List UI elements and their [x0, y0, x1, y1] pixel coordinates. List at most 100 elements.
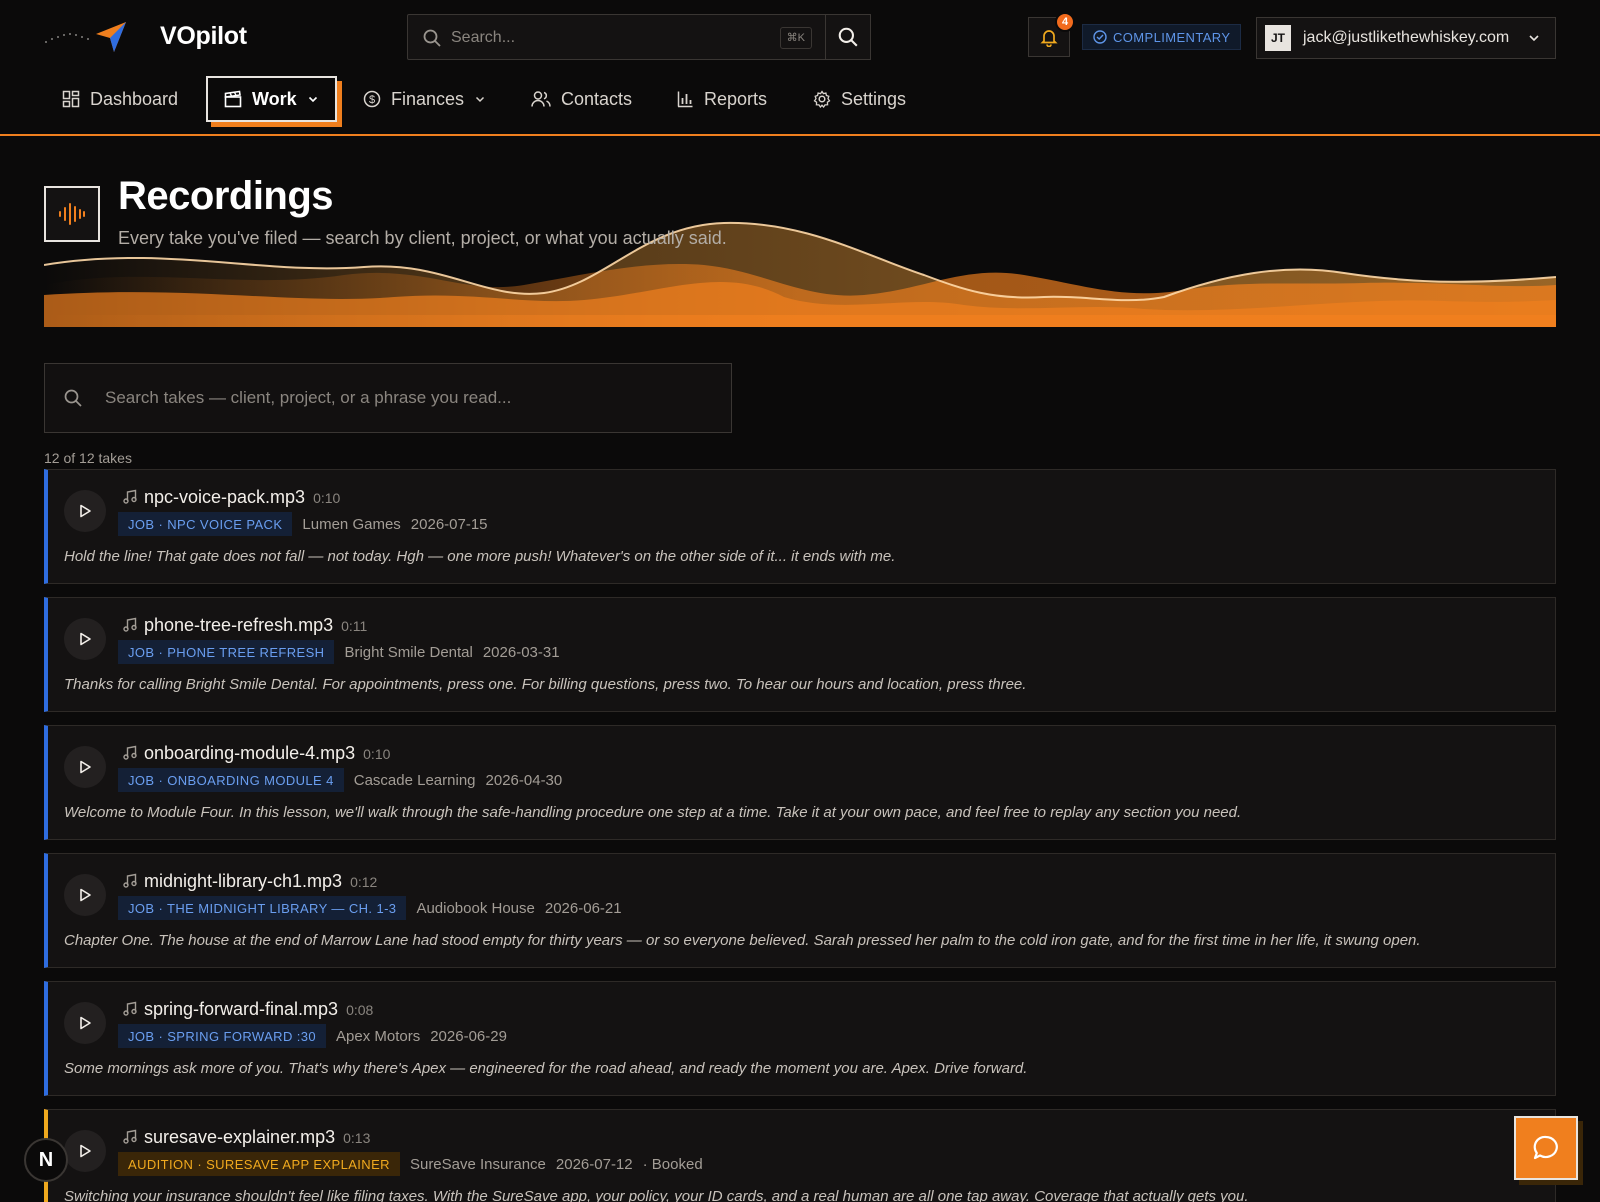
search-icon: [64, 389, 82, 407]
file-name-text: phone-tree-refresh.mp3: [144, 615, 334, 635]
take-project-tag[interactable]: JOB · NPC VOICE PACK: [118, 512, 293, 536]
search-placeholder: Search...: [451, 29, 516, 46]
take-file-name[interactable]: spring-forward-final.mp3 0:08: [144, 999, 373, 1020]
take-transcript: Some mornings ask more of you. That's wh…: [64, 1060, 1028, 1077]
music-note-icon: [123, 1129, 137, 1144]
nav-settings[interactable]: Settings: [813, 76, 906, 122]
page-title: Recordings: [118, 174, 334, 218]
nav-label: Work: [252, 88, 297, 109]
play-button[interactable]: [64, 618, 106, 660]
chat-button[interactable]: [1514, 1116, 1578, 1180]
play-button[interactable]: [64, 490, 106, 532]
play-icon: [80, 632, 91, 646]
svg-text:$: $: [369, 94, 375, 106]
plan-label: COMPLIMENTARY: [1113, 29, 1231, 45]
avatar: JT: [1265, 25, 1291, 51]
take-date: 2026-07-12: [555, 1155, 633, 1173]
takes-search-placeholder: Search takes — client, project, or a phr…: [105, 388, 512, 407]
takes-search-input[interactable]: Search takes — client, project, or a phr…: [44, 363, 732, 433]
take-client: Audiobook House: [416, 899, 535, 917]
play-icon: [80, 760, 91, 774]
take-duration: 0:10: [363, 746, 391, 762]
gear-icon: [813, 90, 831, 108]
take-project-tag[interactable]: JOB · PHONE TREE REFRESH: [118, 640, 335, 664]
account-email: jack@justlikethewhiskey.com: [1303, 29, 1510, 46]
take-card[interactable]: onboarding-module-4.mp3 0:10 JOB · ONBOAR…: [44, 725, 1556, 840]
take-file-name[interactable]: onboarding-module-4.mp3 0:10: [144, 743, 390, 764]
take-transcript: Thanks for calling Bright Smile Dental. …: [64, 676, 1027, 693]
take-date: 2026-03-31: [482, 643, 560, 661]
music-note-icon: [123, 873, 137, 888]
take-card[interactable]: npc-voice-pack.mp3 0:10 JOB · NPC VOICE P…: [44, 469, 1556, 584]
bar-chart-icon: [677, 91, 693, 108]
n-avatar-badge[interactable]: N: [24, 1138, 68, 1182]
take-card[interactable]: phone-tree-refresh.mp3 0:11 JOB · PHONE T…: [44, 597, 1556, 712]
take-client: Bright Smile Dental: [344, 643, 473, 661]
nav-label: Reports: [704, 88, 768, 109]
clapperboard-icon: [224, 90, 242, 108]
take-duration: 0:11: [341, 618, 368, 634]
nav-contacts[interactable]: Contacts: [531, 76, 632, 122]
music-note-icon: [123, 745, 137, 760]
take-file-name[interactable]: npc-voice-pack.mp3 0:10: [144, 487, 340, 508]
play-button[interactable]: [64, 746, 106, 788]
brand-name[interactable]: VOpilot: [160, 22, 247, 51]
play-button[interactable]: [64, 1130, 106, 1172]
take-card[interactable]: midnight-library-ch1.mp3 0:12 JOB · THE M…: [44, 853, 1556, 968]
take-file-name[interactable]: suresave-explainer.mp3 0:13: [144, 1127, 370, 1148]
take-client: SureSave Insurance: [409, 1155, 546, 1173]
take-date: 2026-07-15: [410, 515, 488, 533]
vopilot-logo[interactable]: [44, 20, 128, 54]
chevron-down-icon: [308, 96, 317, 103]
chevron-down-icon: [476, 96, 485, 103]
take-transcript: Chapter One. The house at the end of Mar…: [64, 932, 1421, 949]
nav-finances[interactable]: $ Finances: [363, 76, 486, 122]
top-bar: VOpilot Search... ⌘K 4 COMPLIMENTARY JT …: [0, 0, 1600, 76]
plan-badge: COMPLIMENTARY: [1082, 24, 1242, 50]
play-button[interactable]: [64, 874, 106, 916]
chevron-down-icon: [1529, 35, 1539, 42]
take-meta: JOB · NPC VOICE PACK Lumen Games 2026-07…: [118, 512, 498, 536]
music-note-icon: [123, 617, 137, 632]
take-duration: 0:10: [313, 490, 341, 506]
nav-work[interactable]: Work: [206, 76, 337, 122]
nav-reports[interactable]: Reports: [676, 76, 767, 122]
waveform-icon: [59, 203, 85, 225]
file-name-text: midnight-library-ch1.mp3: [144, 871, 343, 891]
play-button[interactable]: [64, 1002, 106, 1044]
page-subtitle: Every take you've filed — search by clie…: [118, 228, 727, 248]
take-project-tag[interactable]: JOB · SPRING FORWARD :30: [118, 1024, 327, 1048]
take-file-name[interactable]: midnight-library-ch1.mp3 0:12: [144, 871, 377, 892]
take-client: Cascade Learning: [353, 771, 476, 789]
play-icon: [80, 1144, 91, 1158]
file-name-text: onboarding-module-4.mp3: [144, 743, 356, 763]
account-menu[interactable]: JT jack@justlikethewhiskey.com: [1256, 17, 1556, 59]
take-meta: JOB · THE MIDNIGHT LIBRARY — CH. 1-3 Aud…: [118, 896, 632, 920]
main-nav: Dashboard Work $ Finances Contacts Repor…: [0, 76, 1600, 136]
take-project-tag[interactable]: AUDITION · SURESAVE APP EXPLAINER: [118, 1152, 400, 1176]
take-card[interactable]: spring-forward-final.mp3 0:08 JOB · SPRIN…: [44, 981, 1556, 1096]
take-client: Lumen Games: [302, 515, 401, 533]
notifications-button[interactable]: 4: [1028, 12, 1075, 57]
take-card[interactable]: suresave-explainer.mp3 0:13 AUDITION · SU…: [44, 1109, 1556, 1202]
music-note-icon: [123, 1001, 137, 1016]
search-button[interactable]: [825, 14, 871, 60]
take-project-tag[interactable]: JOB · ONBOARDING MODULE 4: [118, 768, 344, 792]
takes-count: 12 of 12 takes: [44, 450, 132, 466]
take-file-name[interactable]: phone-tree-refresh.mp3 0:11: [144, 615, 367, 636]
file-name-text: suresave-explainer.mp3: [144, 1127, 336, 1147]
music-note-icon: [123, 489, 137, 504]
nav-dashboard[interactable]: Dashboard: [62, 76, 178, 122]
nav-label: Settings: [841, 88, 907, 109]
search-icon: [838, 27, 858, 47]
take-project-tag[interactable]: JOB · THE MIDNIGHT LIBRARY — CH. 1-3: [118, 896, 407, 920]
take-client: Apex Motors: [336, 1027, 421, 1045]
take-date: 2026-04-30: [485, 771, 563, 789]
recordings-icon-box: [44, 186, 100, 242]
file-name-text: npc-voice-pack.mp3: [144, 487, 306, 507]
global-search-input[interactable]: Search... ⌘K: [407, 14, 827, 60]
take-transcript: Hold the line! That gate does not fall —…: [64, 548, 896, 565]
search-shortcut-hint: ⌘K: [779, 27, 812, 49]
nav-label: Contacts: [561, 88, 633, 109]
take-date: 2026-06-21: [544, 899, 622, 917]
